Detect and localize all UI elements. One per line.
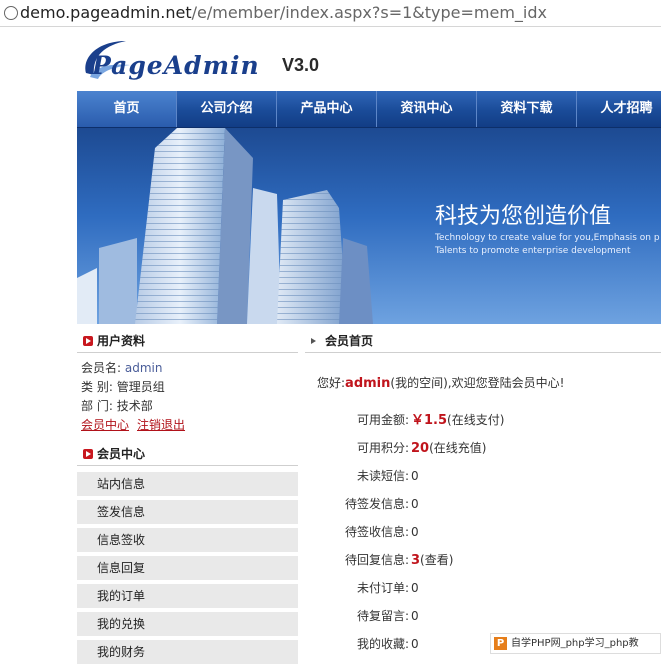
welcome-message: 您好:admin(我的空间),欢迎您登陆会员中心! (317, 374, 564, 391)
member-menu-heading: 会员中心 (77, 443, 298, 466)
nav-item-news[interactable]: 资讯中心 (377, 91, 477, 127)
stat-row-pending-reply: 待回复信息: 3(查看) (305, 546, 661, 574)
stat-label: 未读短信: (356, 469, 409, 483)
watermark-text: 自学PHP网_php学习_php教 (511, 638, 639, 649)
logo-text: PageAdmin (92, 51, 260, 80)
menu-item-finance[interactable]: 我的财务 (77, 640, 298, 664)
nav-item-downloads[interactable]: 资料下载 (477, 91, 577, 127)
main-title: 会员首页 (325, 334, 374, 348)
stat-row-pending-publish: 待签发信息: 0 (305, 490, 661, 518)
stat-value: 0 (411, 469, 419, 483)
member-name-row: 会员名: admin (81, 359, 298, 378)
stat-value: 0 (411, 581, 419, 595)
stat-value: 0 (411, 497, 419, 511)
logout-link[interactable]: 注销退出 (137, 418, 185, 432)
arrow-bullet-icon (83, 336, 93, 346)
nav-item-jobs[interactable]: 人才招聘 (577, 91, 661, 127)
recharge-online-link[interactable]: (在线充值) (429, 441, 486, 455)
main-nav: 首页 公司介绍 产品中心 资讯中心 资料下载 人才招聘 (77, 91, 661, 129)
stat-row-pending-receive: 待签收信息: 0 (305, 518, 661, 546)
stat-label: 我的收藏: (356, 637, 409, 651)
nav-item-home[interactable]: 首页 (77, 91, 177, 127)
user-profile-heading: 用户资料 (77, 330, 298, 353)
main-heading: 会员首页 (305, 330, 661, 353)
site-logo[interactable]: PageAdmin V3.0 (80, 37, 340, 87)
banner-subtitle: Technology to create value for you,Empha… (435, 232, 660, 258)
url-host: demo.pageadmin.net (20, 3, 192, 22)
nav-item-company[interactable]: 公司介绍 (177, 91, 277, 127)
stat-value: 0 (411, 609, 419, 623)
member-menu-title: 会员中心 (97, 447, 146, 461)
menu-item-publish[interactable]: 签发信息 (77, 500, 298, 524)
site-header: PageAdmin V3.0 (0, 27, 661, 91)
stat-label: 待复留言: (356, 609, 409, 623)
menu-item-exchange[interactable]: 我的兑换 (77, 612, 298, 636)
welcome-username: admin (345, 376, 391, 391)
stat-value: 0 (411, 525, 419, 539)
member-dept-row: 部 门: 技术部 (81, 397, 298, 416)
triangle-bullet-icon (311, 338, 316, 344)
stat-label: 待回复信息: (344, 553, 409, 567)
banner-slogan: 科技为您创造价值 (435, 204, 612, 229)
stat-value: 20 (411, 441, 430, 456)
site-watermark: P 自学PHP网_php学习_php教 (490, 633, 661, 654)
menu-item-receive[interactable]: 信息签收 (77, 528, 298, 552)
php-logo-icon: P (494, 637, 507, 650)
view-replies-link[interactable]: (查看) (420, 553, 453, 567)
browser-address-bar[interactable]: demo.pageadmin.net/e/member/index.aspx?s… (0, 0, 661, 27)
address-url[interactable]: demo.pageadmin.net/e/member/index.aspx?s… (20, 3, 547, 22)
member-type-row: 类 别: 管理员组 (81, 378, 298, 397)
member-menu: 站内信息 签发信息 信息签收 信息回复 我的订单 我的兑换 我的财务 (77, 472, 298, 664)
member-name-value: admin (124, 361, 163, 375)
member-stats: 可用金额: ￥1.5(在线支付) 可用积分: 20(在线充值) 未读短信: 0 待签发… (305, 406, 661, 658)
stat-row-pending-messages: 待复留言: 0 (305, 602, 661, 630)
menu-item-orders[interactable]: 我的订单 (77, 584, 298, 608)
member-dept-label: 部 门: (81, 399, 113, 413)
stat-value: ￥1.5 (411, 413, 448, 428)
stat-label: 可用积分: (356, 441, 409, 455)
member-name-label: 会员名: (81, 361, 122, 375)
stat-row-unpaid-orders: 未付订单: 0 (305, 574, 661, 602)
banner: 科技为您创造价值 Technology to create value for … (77, 128, 661, 324)
left-sidebar: 用户资料 会员名: admin 类 别: 管理员组 部 门: 技术部 会员中心注… (77, 330, 298, 668)
arrow-bullet-icon (83, 449, 93, 459)
banner-sub-line-2: Talents to promote enterprise developmen… (435, 246, 631, 256)
stat-label: 待签收信息: (344, 525, 409, 539)
greeting-suffix[interactable]: (我的空间),欢迎您登陆会员中心! (390, 376, 564, 390)
user-profile-title: 用户资料 (97, 334, 146, 348)
main-content: 会员首页 您好:admin(我的空间),欢迎您登陆会员中心! 可用金额: ￥1.5… (305, 330, 661, 651)
stat-label: 未付订单: (356, 581, 409, 595)
stat-label: 待签发信息: (344, 497, 409, 511)
globe-icon (4, 6, 18, 20)
greeting-prefix: 您好: (317, 376, 346, 390)
nav-item-products[interactable]: 产品中心 (277, 91, 377, 127)
member-type-value: 管理员组 (116, 380, 165, 394)
user-profile-info: 会员名: admin 类 别: 管理员组 部 门: 技术部 会员中心 注销退出 (77, 353, 298, 435)
stat-row-balance: 可用金额: ￥1.5(在线支付) (305, 406, 661, 434)
stat-row-points: 可用积分: 20(在线充值) (305, 434, 661, 462)
menu-item-inbox[interactable]: 站内信息 (77, 472, 298, 496)
pay-online-link[interactable]: (在线支付) (447, 413, 504, 427)
banner-sub-line-1: Technology to create value for you,Empha… (435, 233, 660, 243)
url-path: /e/member/index.aspx?s=1&type=mem_idx (191, 3, 547, 22)
member-links-row: 会员中心 注销退出 (81, 416, 298, 435)
member-center-link[interactable]: 会员中心 (81, 418, 129, 432)
stat-row-unread-sms: 未读短信: 0 (305, 462, 661, 490)
stat-value: 0 (411, 637, 419, 651)
stat-label: 可用金额: (356, 413, 409, 427)
logo-version: V3.0 (282, 55, 320, 75)
member-type-label: 类 别: (81, 380, 113, 394)
stat-value: 3 (411, 553, 421, 568)
menu-item-reply[interactable]: 信息回复 (77, 556, 298, 580)
member-dept-value: 技术部 (116, 399, 153, 413)
